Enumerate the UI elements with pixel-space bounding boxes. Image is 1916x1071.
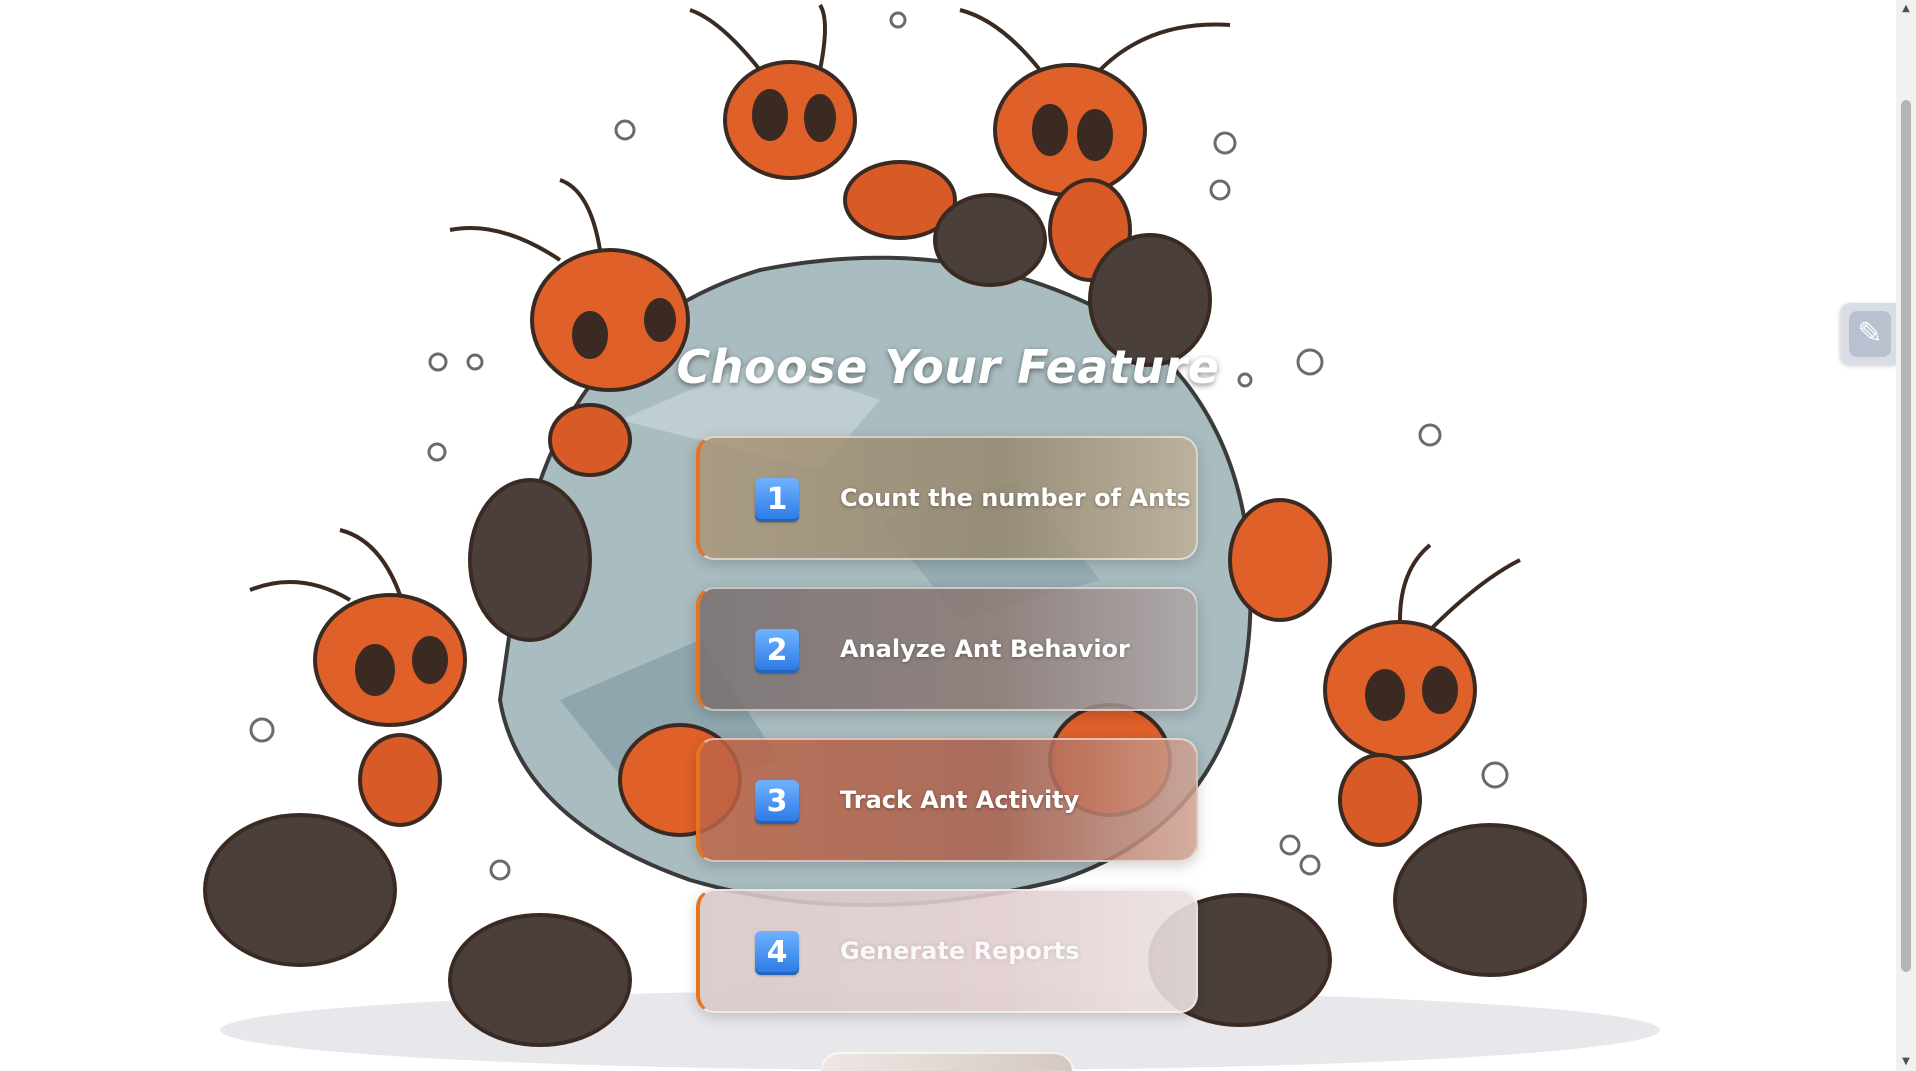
feature-card-count-ants[interactable]: 1 Count the number of Ants [696,436,1198,560]
feature-card-generate-reports[interactable]: 4 Generate Reports [696,889,1198,1013]
number-3-icon: 3 [755,780,799,824]
edit-pencil-icon: ✎ [1849,311,1891,357]
feature-label: Track Ant Activity [840,786,1080,814]
page-title: Choose Your Feature [676,340,1220,394]
feature-list: 1 Count the number of Ants 2 Analyze Ant… [696,436,1198,1040]
side-widget-button[interactable]: ✎ [1841,303,1896,365]
scrollbar-thumb[interactable] [1901,100,1911,972]
scroll-up-arrow-icon[interactable]: ▲ [1896,0,1916,18]
feature-label: Generate Reports [840,937,1080,965]
feature-card-analyze-behavior[interactable]: 2 Analyze Ant Behavior [696,587,1198,711]
feature-label: Analyze Ant Behavior [840,635,1130,663]
number-4-icon: 4 [755,931,799,975]
feature-label: Count the number of Ants [840,484,1191,512]
feature-card-partial[interactable] [820,1052,1074,1071]
number-2-icon: 2 [755,629,799,673]
feature-card-track-activity[interactable]: 3 Track Ant Activity [696,738,1198,862]
number-1-icon: 1 [755,478,799,522]
vertical-scrollbar[interactable]: ▲ ▼ [1896,0,1916,1071]
scroll-down-arrow-icon[interactable]: ▼ [1896,1053,1916,1071]
app-viewport: Choose Your Feature 1 Count the number o… [0,0,1896,1071]
